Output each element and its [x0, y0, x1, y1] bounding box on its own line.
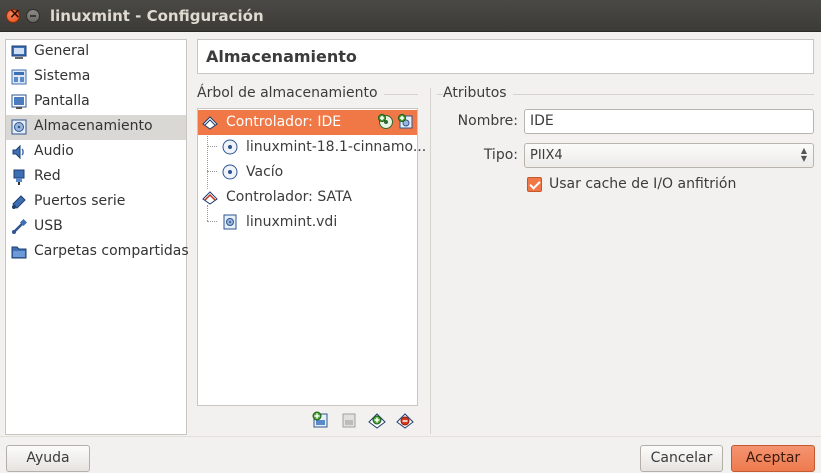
tree-item-sata-disk[interactable]: linuxmint.vdi [198, 210, 417, 235]
tree-section-label: Árbol de almacenamiento [197, 85, 384, 101]
sidebar-item-carpetas-compartidas[interactable]: Carpetas compartidas [6, 240, 189, 265]
sidebar-item-pantalla[interactable]: Pantalla [6, 90, 186, 115]
sidebar-item-almacenamiento[interactable]: Almacenamiento [6, 115, 186, 140]
attributes-section-label: Atributos [443, 85, 513, 101]
remove-attachment-icon[interactable] [396, 411, 414, 429]
sidebar-item-usb[interactable]: USB [6, 215, 186, 240]
name-input-value: IDE [530, 113, 554, 129]
settings-category-list: General Sistema Pantalla Almacenamiento … [5, 39, 189, 435]
tree-item-label: Controlador: SATA [226, 189, 352, 205]
sidebar-item-red[interactable]: Red [6, 165, 186, 190]
sidebar-item-label: Sistema [34, 68, 91, 84]
sidebar-item-label: General [34, 43, 90, 59]
title-bar: linuxmint - Configuración [0, 0, 821, 32]
sidebar-item-general[interactable]: General [6, 40, 186, 65]
sidebar-item-label: Audio [34, 143, 74, 159]
panel-separator [430, 88, 431, 434]
shared-folder-icon [11, 246, 27, 259]
usb-icon [12, 219, 27, 234]
optical-disc-icon [222, 139, 238, 155]
sidebar-item-label: Pantalla [34, 93, 90, 109]
tree-item-label: linuxmint.vdi [246, 214, 338, 230]
help-button[interactable]: Ayuda [6, 445, 90, 472]
sidebar-item-label: Red [34, 168, 61, 184]
select-arrows-icon: ▲ ▼ [800, 146, 807, 163]
system-icon [11, 69, 27, 85]
footer-separator [0, 436, 821, 437]
tree-item-label: Controlador: IDE [226, 114, 342, 130]
sidebar-item-sistema[interactable]: Sistema [6, 65, 186, 90]
type-select-value: PIIX4 [530, 148, 563, 163]
remove-controller-icon[interactable] [340, 411, 358, 429]
host-io-cache-label[interactable]: Usar cache de I/O anfitrión [549, 176, 736, 192]
sidebar-item-label: Puertos serie [34, 193, 126, 209]
sidebar-item-label: USB [34, 218, 63, 234]
sidebar-item-audio[interactable]: Audio [6, 140, 186, 165]
sidebar-item-puertos-serie[interactable]: Puertos serie [6, 190, 186, 215]
optical-disc-icon [222, 164, 238, 180]
page-title: Almacenamiento [206, 47, 357, 66]
tree-item-label: linuxmint-18.1-cinnamo... [246, 139, 427, 155]
type-select[interactable]: PIIX4 ▲ ▼ [524, 143, 814, 168]
sata-controller-icon [202, 191, 218, 205]
tree-item-controller-ide[interactable]: Controlador: IDE [198, 110, 417, 135]
name-input[interactable]: IDE [524, 109, 814, 134]
add-optical-drive-icon[interactable] [378, 114, 394, 130]
add-attachment-icon[interactable] [368, 411, 386, 429]
add-controller-icon[interactable] [312, 411, 330, 429]
storage-tree[interactable]: Controlador: IDE linuxmint-18.1-cinnamo.… [197, 108, 426, 406]
accept-button[interactable]: Aceptar [731, 445, 815, 472]
sidebar-item-label: Almacenamiento [34, 118, 153, 134]
tree-item-ide-empty[interactable]: Vacío [198, 160, 417, 185]
ide-controller-icon [202, 116, 218, 130]
cancel-button[interactable]: Cancelar [640, 445, 723, 472]
host-io-cache-checkbox[interactable] [527, 177, 542, 192]
add-hard-disk-icon[interactable] [398, 114, 414, 130]
hard-disk-icon [223, 214, 237, 230]
tree-item-ide-disc[interactable]: linuxmint-18.1-cinnamo... [198, 135, 426, 160]
tree-item-label: Vacío [246, 164, 284, 180]
window-title: linuxmint - Configuración [50, 7, 264, 25]
page-header: Almacenamiento [197, 39, 814, 74]
name-field-label: Nombre: [457, 113, 518, 129]
general-icon [11, 45, 27, 59]
type-field-label: Tipo: [483, 147, 518, 163]
storage-icon [11, 119, 27, 135]
sidebar-item-label: Carpetas compartidas [34, 243, 189, 259]
network-icon [13, 169, 25, 185]
window-minimize-button[interactable] [26, 9, 40, 23]
window-close-button[interactable] [6, 6, 21, 23]
tree-item-controller-sata[interactable]: Controlador: SATA [198, 185, 417, 210]
display-icon [11, 94, 27, 109]
serial-port-icon [12, 195, 26, 209]
audio-icon [12, 144, 24, 160]
